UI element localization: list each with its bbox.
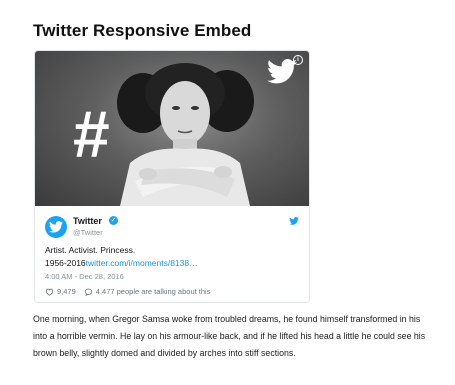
author-handle[interactable]: @Twitter xyxy=(73,228,103,237)
tweet-media-image[interactable]: # i xyxy=(35,51,309,206)
tweet-moment-link[interactable]: twitter.com/i/moments/8138… xyxy=(86,258,198,268)
twitter-embed-card[interactable]: # i Twitter ✓ @Twitter Artist. Activist.… xyxy=(34,50,310,303)
twitter-logo-icon[interactable] xyxy=(289,217,299,225)
article-paragraph: One morning, when Gregor Samsa woke from… xyxy=(33,314,426,358)
comment-bubble-icon[interactable] xyxy=(84,288,93,296)
tweet-text-line: Artist. Activist. Princess. xyxy=(45,245,136,255)
tweet-actions: 9,479 4,477 people are talking about thi… xyxy=(45,287,210,296)
page: Twitter Responsive Embed # i Twitter ✓ @… xyxy=(0,0,455,385)
tweet-body: Twitter ✓ @Twitter Artist. Activist. Pri… xyxy=(35,206,309,302)
page-title: Twitter Responsive Embed xyxy=(33,21,252,40)
twitter-avatar[interactable] xyxy=(45,216,67,238)
heart-icon[interactable] xyxy=(45,288,54,296)
author-name[interactable]: Twitter xyxy=(73,216,102,226)
tweet-timestamp[interactable]: 4:00 AM - Dec 28, 2016 xyxy=(45,272,124,281)
verified-badge-icon: ✓ xyxy=(109,216,118,225)
avatar-bird-icon xyxy=(49,221,63,233)
talking-count[interactable]: 4,477 people are talking about this xyxy=(96,287,211,296)
info-icon[interactable]: i xyxy=(293,55,303,65)
tweet-years: 1956-2016 xyxy=(45,258,86,268)
like-count[interactable]: 9,479 xyxy=(57,287,76,296)
tweet-text-line-2: 1956-2016twitter.com/i/moments/8138… xyxy=(45,258,198,268)
hashtag-glyph: # xyxy=(73,97,110,171)
twitter-bird-icon xyxy=(267,59,297,84)
